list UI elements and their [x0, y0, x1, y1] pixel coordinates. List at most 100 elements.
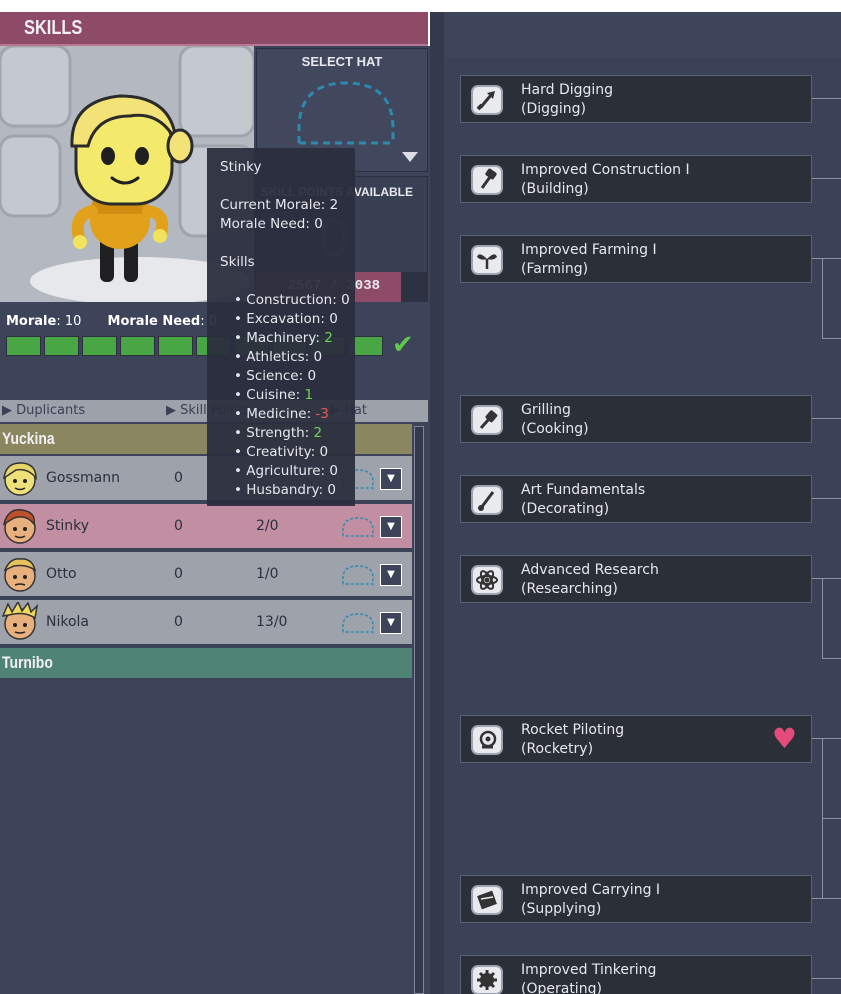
checkmark-icon: ✔	[392, 330, 414, 360]
hat-dropdown-button[interactable]: ▼	[380, 564, 402, 586]
tooltip-skill-value: 0	[329, 311, 338, 327]
hat-dropdown-button[interactable]: ▼	[380, 468, 402, 490]
skill-card-art-fundamentals[interactable]: Art Fundamentals (Decorating)	[460, 475, 812, 523]
morale-need-label: Morale Need	[107, 314, 201, 329]
tooltip-skill-item: Science: 0	[234, 367, 355, 386]
duplicant-name: Otto	[46, 566, 77, 582]
skill-name: Hard Digging	[521, 82, 614, 98]
tooltip-skill-list: Construction: 0Excavation: 0Machinery: 2…	[220, 291, 355, 500]
skill-tree-header	[444, 12, 841, 58]
tooltip-skill-label: Medicine:	[246, 406, 316, 422]
tooltip-skill-item: Creativity: 0	[234, 443, 355, 462]
tooltip-skill-item: Machinery: 2	[234, 329, 355, 348]
tooltip-skill-value: 0	[327, 482, 336, 498]
group-name: Yuckina	[2, 429, 55, 448]
tooltip-skill-value: 0	[341, 292, 350, 308]
sort-duplicants-button[interactable]: ▶ Duplicants	[2, 403, 85, 418]
skill-name: Rocket Piloting	[521, 722, 625, 738]
page-title: SKILLS	[24, 17, 83, 39]
hammer-icon	[471, 165, 503, 195]
brush-icon	[471, 485, 503, 515]
tooltip-morale-need: Morale Need: 0	[220, 216, 323, 232]
tree-connector	[822, 338, 841, 339]
tooltip-skill-label: Creativity:	[246, 444, 320, 460]
morale-label: Morale	[6, 314, 57, 329]
duplicant-skill-points: 0	[174, 566, 183, 582]
duplicant-skill-points: 0	[174, 614, 183, 630]
hat-dropdown-button[interactable]: ▼	[380, 612, 402, 634]
avatar	[2, 509, 36, 544]
tooltip-skill-item: Medicine: -3	[234, 405, 355, 424]
skill-card-hard-digging[interactable]: Hard Digging (Digging)	[460, 75, 812, 123]
skill-category: (Building)	[521, 181, 589, 197]
tree-connector	[812, 978, 841, 979]
duplicant-row[interactable]: Nikola 0 13/0 ▼	[0, 600, 412, 645]
skill-category: (Operating)	[521, 981, 602, 994]
morale-box	[120, 336, 155, 356]
tree-connector	[812, 498, 841, 499]
tree-connector	[812, 578, 841, 579]
tree-connector	[822, 578, 823, 658]
skill-card-improved-farming[interactable]: Improved Farming I (Farming)	[460, 235, 812, 283]
shovel-icon	[471, 85, 503, 115]
group-header[interactable]: Turnibo	[0, 648, 412, 678]
tooltip-skill-item: Excavation: 0	[234, 310, 355, 329]
duplicant-morale: 1/0	[256, 566, 279, 582]
hat-outline-icon[interactable]	[340, 516, 376, 540]
tooltip-skill-label: Cuisine:	[246, 387, 305, 403]
hat-outline-icon[interactable]	[340, 612, 376, 636]
tree-connector	[812, 898, 841, 899]
tooltip-skill-item: Husbandry: 0	[234, 481, 355, 500]
morale-summary: Morale: 10 Morale Need: 0	[6, 314, 217, 329]
tooltip-skill-label: Construction:	[246, 292, 342, 308]
duplicant-list-scrollbar[interactable]	[414, 426, 424, 994]
tooltip-skill-value: 0	[313, 349, 323, 365]
tooltip-skill-value: 2	[313, 425, 323, 441]
tree-connector	[822, 658, 841, 659]
tree-connector	[812, 178, 841, 179]
duplicant-tooltip: Stinky Current Morale: 2 Morale Need: 0 …	[207, 148, 355, 506]
tree-connector	[812, 738, 841, 739]
tooltip-skill-label: Strength:	[246, 425, 314, 441]
avatar	[3, 462, 37, 496]
duplicant-morale: 13/0	[256, 614, 288, 630]
skill-card-grilling[interactable]: Grilling (Cooking)	[460, 395, 812, 443]
skill-card-improved-tinkering[interactable]: Improved Tinkering (Operating)	[460, 955, 812, 994]
hat-dropdown-button[interactable]: ▼	[380, 516, 402, 538]
tooltip-skill-label: Science:	[246, 368, 308, 384]
hat-outline-icon[interactable]	[340, 564, 376, 588]
skill-name: Improved Carrying I	[521, 882, 661, 898]
skill-category: (Researching)	[521, 581, 618, 597]
skill-card-improved-construction[interactable]: Improved Construction I (Building)	[460, 155, 812, 203]
box-icon	[471, 885, 503, 915]
skill-category: (Rocketry)	[521, 741, 594, 757]
atom-icon	[471, 565, 503, 595]
morale-box	[6, 336, 41, 356]
skill-card-improved-carrying[interactable]: Improved Carrying I (Supplying)	[460, 875, 812, 923]
tooltip-skills-heading: Skills	[220, 254, 255, 270]
skill-category: (Decorating)	[521, 501, 610, 517]
tooltip-current-morale: Current Morale: 2	[220, 197, 339, 213]
tooltip-skill-value: 0	[329, 463, 338, 479]
tooltip-skill-label: Athletics:	[246, 349, 314, 365]
gear-icon	[471, 965, 503, 994]
tooltip-skill-item: Construction: 0	[234, 291, 355, 310]
avatar	[1, 602, 39, 640]
duplicant-row[interactable]: Stinky 0 2/0 ▼	[0, 504, 412, 549]
hat-dropdown-icon[interactable]	[401, 151, 419, 163]
tooltip-skill-item: Athletics: 0	[234, 348, 355, 367]
sprout-icon	[471, 245, 503, 275]
duplicant-name: Nikola	[46, 614, 90, 630]
heart-icon: ♥	[771, 722, 797, 755]
skill-category: (Supplying)	[521, 901, 602, 917]
skill-name: Improved Farming I	[521, 242, 657, 258]
tooltip-skill-label: Excavation:	[246, 311, 330, 327]
morale-box	[44, 336, 79, 356]
tree-connector	[812, 418, 841, 419]
skill-card-rocket-piloting[interactable]: Rocket Piloting (Rocketry) ♥	[460, 715, 812, 763]
duplicant-row[interactable]: Otto 0 1/0 ▼	[0, 552, 412, 597]
tooltip-skill-label: Machinery:	[246, 330, 325, 346]
tooltip-skill-value: -3	[315, 406, 329, 422]
tooltip-skill-item: Agriculture: 0	[234, 462, 355, 481]
skill-card-advanced-research[interactable]: Advanced Research (Researching)	[460, 555, 812, 603]
